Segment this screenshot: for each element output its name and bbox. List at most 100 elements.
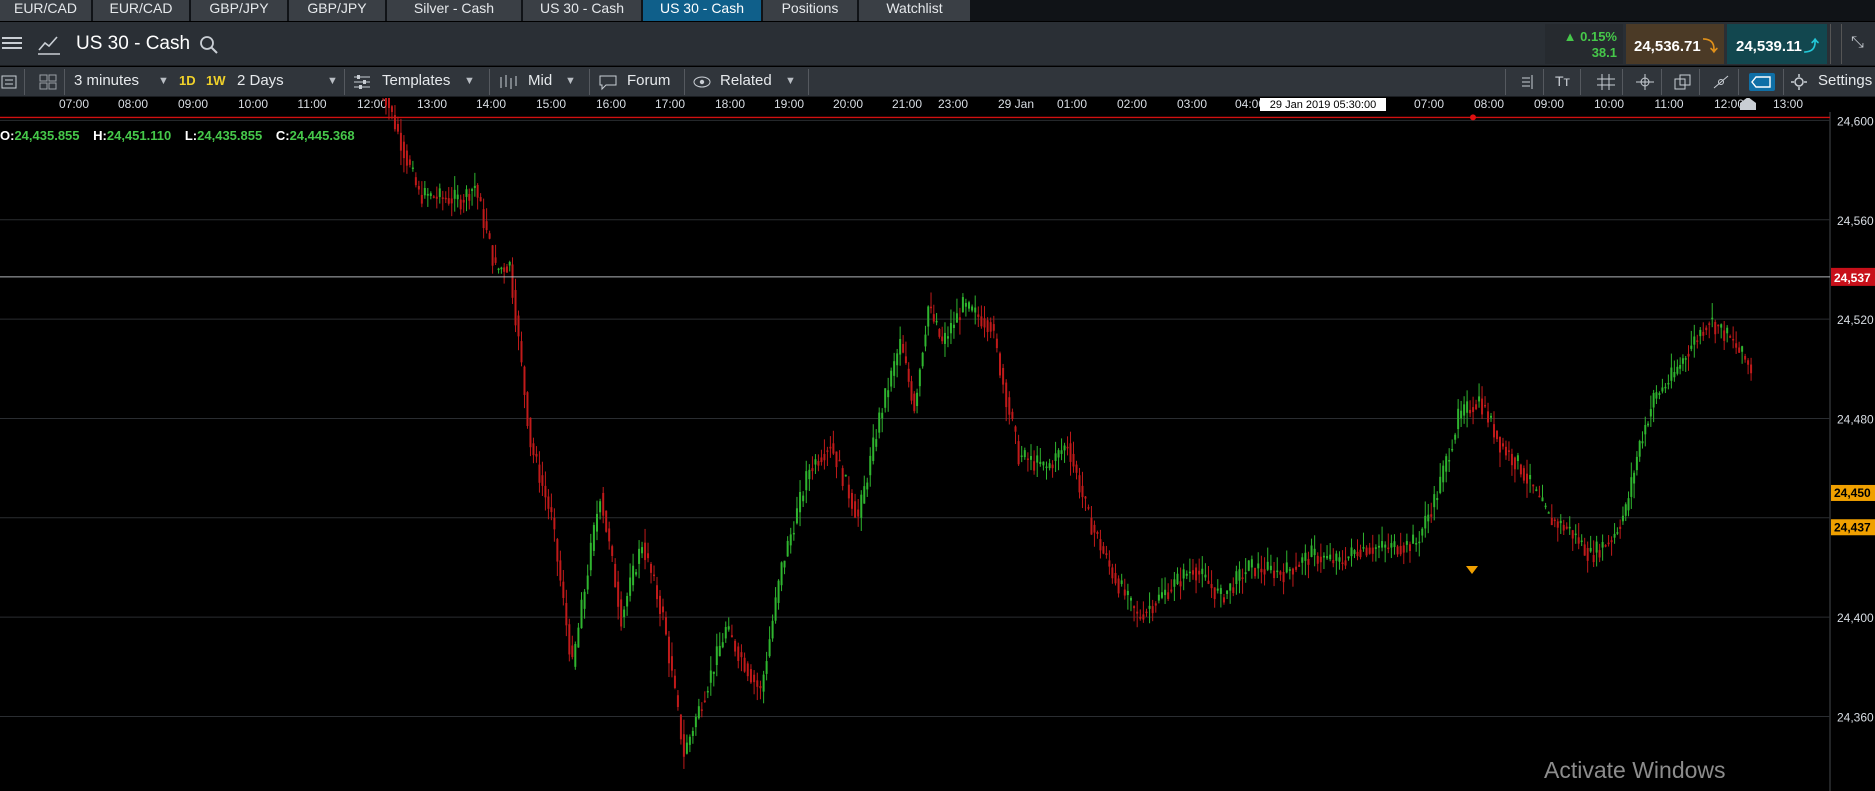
- x-tick-label: 10:00: [1594, 98, 1624, 111]
- candle-body: [902, 343, 905, 353]
- x-tick-label: 07:00: [59, 98, 89, 111]
- interval-select[interactable]: 3 minutes: [74, 67, 139, 97]
- candle-body: [1102, 546, 1105, 554]
- candle-body: [1708, 323, 1711, 325]
- high-value: 24,451.110: [106, 128, 172, 143]
- related-dropdown-icon[interactable]: ▼: [785, 67, 796, 97]
- price-type-select[interactable]: Mid: [528, 67, 552, 97]
- grid-toggle-icon[interactable]: [1596, 73, 1616, 91]
- instrument-tab[interactable]: US 30 - Cash: [523, 0, 641, 21]
- candle-body: [1344, 560, 1347, 566]
- copy-chart-icon[interactable]: [1673, 73, 1693, 91]
- candle-body: [826, 450, 829, 452]
- candle-body: [623, 609, 626, 618]
- instrument-tab[interactable]: GBP/JPY: [289, 0, 385, 21]
- close-label: C:: [275, 128, 290, 143]
- x-tick-label: 16:00: [596, 98, 626, 111]
- candle-body: [429, 193, 432, 196]
- candle-body: [1568, 526, 1571, 529]
- order-level-label: 24,437: [1834, 520, 1871, 534]
- candle-body: [875, 439, 878, 447]
- text-tool-icon[interactable]: Tт: [1555, 67, 1570, 97]
- buy-price-button[interactable]: 24,539.11 ⤴: [1727, 24, 1827, 64]
- candle-body: [1066, 446, 1069, 449]
- candle-body: [1673, 371, 1676, 378]
- candle-body: [756, 680, 759, 687]
- price-chart[interactable]: 07:00 08:00 09:00 10:00 11:00 12:00 13:00 14:00…: [0, 98, 1875, 791]
- panel-list-icon[interactable]: [0, 73, 20, 91]
- candle-body: [1072, 453, 1075, 467]
- x-tick-label: 02:00: [1117, 98, 1147, 111]
- instrument-tab[interactable]: EUR/CAD: [0, 0, 91, 21]
- candle-body: [1390, 543, 1393, 548]
- candle-body: [1045, 466, 1048, 469]
- instrument-tab[interactable]: Watchlist: [859, 0, 970, 21]
- candle-body: [1120, 580, 1123, 585]
- period-select[interactable]: 2 Days: [237, 67, 284, 97]
- candle-body: [1598, 550, 1601, 558]
- candle-body: [1644, 424, 1647, 435]
- related-eye-icon[interactable]: [692, 73, 712, 91]
- candle-body: [1714, 321, 1717, 335]
- indicators-icon[interactable]: [1518, 73, 1538, 91]
- interval-dropdown-icon[interactable]: ▼: [158, 67, 169, 97]
- candle-body: [462, 199, 465, 203]
- candle-body: [860, 494, 863, 518]
- instrument-tab[interactable]: EUR/CAD: [93, 0, 189, 21]
- candle-body: [1720, 324, 1723, 328]
- templates-dropdown-icon[interactable]: ▼: [464, 67, 475, 97]
- chart-type-icon[interactable]: [36, 30, 62, 58]
- crosshair-icon[interactable]: [1635, 73, 1655, 91]
- candle-body: [1729, 336, 1732, 338]
- range-1w-button[interactable]: 1W: [206, 67, 226, 97]
- layout-grid-icon[interactable]: [38, 73, 58, 91]
- instrument-tab[interactable]: US 30 - Cash: [643, 0, 761, 21]
- candle-body: [473, 185, 476, 188]
- candle-body: [1365, 547, 1368, 556]
- candle-body: [986, 320, 989, 333]
- search-icon[interactable]: [198, 34, 220, 56]
- candle-body: [927, 306, 930, 327]
- candle-body: [1201, 568, 1204, 575]
- instrument-header: US 30 - Cash ▲ 0.15% 38.1 24,536.71 ⤵ 24,…: [0, 22, 1875, 66]
- price-label-icon[interactable]: [1749, 73, 1775, 91]
- x-tick-label: 17:00: [655, 98, 685, 111]
- candle-body: [402, 141, 405, 159]
- forum-icon[interactable]: [598, 73, 618, 91]
- forum-button[interactable]: Forum: [627, 67, 670, 97]
- candle-body: [1164, 589, 1167, 596]
- templates-icon[interactable]: [352, 73, 372, 91]
- candle-body: [968, 302, 970, 309]
- x-tick-label: 09:00: [1534, 98, 1564, 111]
- range-1d-button[interactable]: 1D: [179, 67, 196, 97]
- candle-body: [602, 492, 605, 516]
- instrument-tab[interactable]: Silver - Cash: [387, 0, 521, 21]
- settings-gear-icon[interactable]: [1789, 73, 1809, 91]
- candle-body: [399, 132, 402, 151]
- drawing-tool-icon[interactable]: [1711, 73, 1731, 91]
- candle-body: [626, 596, 629, 607]
- candle-body: [1051, 464, 1054, 469]
- related-button[interactable]: Related: [720, 67, 772, 97]
- instrument-tab[interactable]: GBP/JPY: [191, 0, 287, 21]
- candle-body: [727, 626, 730, 630]
- candle-body: [841, 468, 844, 486]
- candle-body: [799, 491, 802, 513]
- period-dropdown-icon[interactable]: ▼: [327, 67, 338, 97]
- sell-price-button[interactable]: 24,536.71 ⤵: [1626, 24, 1724, 64]
- price-type-dropdown-icon[interactable]: ▼: [565, 67, 576, 97]
- candle-body: [1298, 564, 1301, 567]
- settings-button[interactable]: Settings: [1818, 67, 1872, 97]
- candle-body: [408, 159, 411, 165]
- candle-body: [1207, 580, 1210, 584]
- collapse-icon[interactable]: ⤡: [1851, 34, 1864, 52]
- high-label: H:: [93, 128, 107, 143]
- hamburger-menu-icon[interactable]: [2, 34, 22, 54]
- price-type-icon[interactable]: [498, 73, 518, 91]
- templates-button[interactable]: Templates: [382, 67, 450, 97]
- candle-body: [1580, 540, 1583, 543]
- buy-price: 24,539.11: [1736, 38, 1802, 55]
- candle-body: [553, 517, 556, 530]
- instrument-tab[interactable]: Positions: [763, 0, 857, 21]
- drag-handle[interactable]: [1830, 24, 1842, 64]
